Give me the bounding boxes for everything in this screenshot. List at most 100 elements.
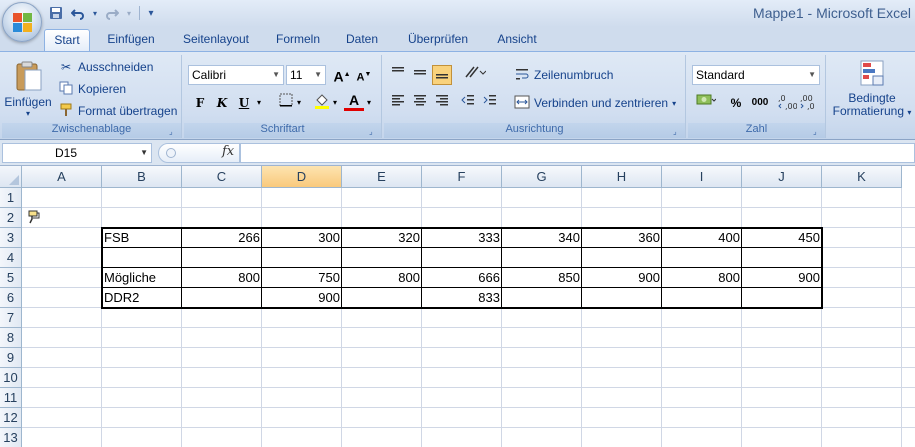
number-format-select[interactable]: Standard ▼ (692, 65, 820, 85)
column-header-c[interactable]: C (182, 166, 262, 188)
group-styles: Bedingte Formatierung ▾ (828, 55, 915, 138)
merge-center-button[interactable]: Verbinden und zentrieren ▾ (514, 93, 676, 113)
column-header-h[interactable]: H (582, 166, 662, 188)
column-header-b[interactable]: B (102, 166, 182, 188)
column-header-k[interactable]: K (822, 166, 902, 188)
align-left-button[interactable] (388, 93, 408, 113)
insert-function-button[interactable]: fx (222, 144, 234, 159)
paste-button[interactable]: Einfügen ▾ (4, 58, 52, 122)
row-header-8[interactable]: 8 (0, 328, 22, 348)
decrease-indent-button[interactable] (458, 93, 478, 113)
row-header-11[interactable]: 11 (0, 388, 22, 408)
tab-start[interactable]: Start (44, 29, 90, 51)
office-button[interactable] (2, 2, 42, 42)
align-center-icon (414, 95, 426, 106)
office-logo-icon (13, 13, 33, 33)
cut-button[interactable]: ✂ Ausschneiden (58, 57, 153, 77)
borders-dropdown-icon[interactable]: ▾ (294, 93, 304, 113)
underline-dropdown-icon[interactable]: ▾ (254, 93, 264, 113)
save-icon[interactable] (46, 4, 66, 22)
row-header-5[interactable]: 5 (0, 268, 22, 288)
undo-icon[interactable] (68, 4, 88, 22)
align-center-button[interactable] (410, 93, 430, 113)
table-border (101, 287, 821, 288)
formula-bar: D15 ▼ fx (0, 140, 915, 166)
font-color-button[interactable]: A (344, 91, 364, 111)
row-header-2[interactable]: 2 (0, 208, 22, 228)
fill-color-dropdown-icon[interactable]: ▾ (330, 93, 340, 113)
name-box[interactable]: D15 ▼ (2, 143, 152, 163)
italic-button[interactable]: K (212, 93, 232, 113)
tab-formeln[interactable]: Formeln (270, 29, 326, 51)
wrap-text-button[interactable]: Zeilenumbruch (514, 65, 613, 85)
group-font: Calibri ▼ 11 ▼ A▲ A▼ F K U ▾ ▾ ▾ A ▾ Sch… (184, 55, 382, 138)
align-bottom-button[interactable] (432, 65, 452, 85)
font-color-dropdown-icon[interactable]: ▾ (364, 93, 374, 113)
dialog-launcher-icon[interactable]: ⌟ (169, 127, 178, 136)
chevron-down-icon: ▼ (314, 70, 322, 79)
number-group-label: Zahl (688, 123, 825, 138)
redo-dropdown-icon[interactable]: ▾ (124, 4, 134, 22)
column-header-g[interactable]: G (502, 166, 582, 188)
currency-button[interactable] (694, 93, 718, 113)
bold-button[interactable]: F (190, 93, 210, 113)
row-header-7[interactable]: 7 (0, 308, 22, 328)
fill-color-button[interactable] (312, 93, 332, 113)
row-header-6[interactable]: 6 (0, 288, 22, 308)
customize-icon[interactable]: ▾ (145, 4, 157, 22)
dialog-launcher-icon[interactable]: ⌟ (813, 127, 822, 136)
tab-einfuegen[interactable]: Einfügen (100, 29, 162, 51)
tab-ueberpruefen[interactable]: Überprüfen (398, 29, 478, 51)
tab-seitenlayout[interactable]: Seitenlayout (176, 29, 256, 51)
merge-center-icon (514, 95, 530, 111)
tab-ansicht[interactable]: Ansicht (490, 29, 544, 51)
column-header-a[interactable]: A (22, 166, 102, 188)
paste-dropdown-icon: ▾ (25, 109, 30, 118)
chevron-down-icon: ▼ (140, 148, 148, 157)
increase-indent-button[interactable] (480, 93, 500, 113)
orientation-button[interactable] (460, 65, 490, 85)
number-format-value: Standard (696, 68, 745, 82)
grid-line (22, 327, 915, 328)
underline-button[interactable]: U (234, 93, 254, 113)
row-header-3[interactable]: 3 (0, 228, 22, 248)
increase-decimal-button[interactable]: ,0,00 (776, 93, 798, 113)
grow-font-button[interactable]: A▲ (332, 65, 352, 85)
column-header-j[interactable]: J (742, 166, 822, 188)
redo-icon[interactable] (102, 4, 122, 22)
copy-button[interactable]: Kopieren (58, 79, 126, 99)
shrink-font-button[interactable]: A▼ (354, 65, 374, 85)
align-middle-button[interactable] (410, 65, 430, 85)
row-header-4[interactable]: 4 (0, 248, 22, 268)
format-painter-button[interactable]: Format übertragen (58, 101, 177, 121)
tab-daten[interactable]: Daten (340, 29, 384, 51)
column-header-f[interactable]: F (422, 166, 502, 188)
thousands-button[interactable]: 000 (748, 93, 772, 113)
table-border (101, 227, 823, 309)
row-header-9[interactable]: 9 (0, 348, 22, 368)
formula-input[interactable] (240, 143, 915, 163)
borders-button[interactable] (276, 93, 296, 113)
wrap-text-label: Zeilenumbruch (534, 68, 614, 82)
column-header-d[interactable]: D (262, 166, 342, 188)
select-all-button[interactable] (0, 166, 22, 188)
align-top-button[interactable] (388, 65, 408, 85)
dialog-launcher-icon[interactable]: ⌟ (369, 127, 378, 136)
font-name-select[interactable]: Calibri ▼ (188, 65, 284, 85)
orientation-icon (465, 66, 487, 78)
row-header-10[interactable]: 10 (0, 368, 22, 388)
worksheet-grid[interactable]: A B C D E F G H I J K 1 2 3 4 5 6 7 8 9 10 11 12 13 FSB 266 300 320… (0, 166, 915, 447)
decrease-decimal-button[interactable]: ,00,0 (798, 93, 820, 113)
font-size-select[interactable]: 11 ▼ (286, 65, 326, 85)
align-right-button[interactable] (432, 93, 452, 113)
percent-button[interactable]: % (726, 93, 746, 113)
column-header-i[interactable]: I (662, 166, 742, 188)
column-header-e[interactable]: E (342, 166, 422, 188)
conditional-formatting-button[interactable]: Bedingte Formatierung ▾ (830, 59, 914, 119)
row-header-12[interactable]: 12 (0, 408, 22, 428)
row-header-13[interactable]: 13 (0, 428, 22, 447)
svg-text:,0: ,0 (807, 102, 815, 111)
undo-dropdown-icon[interactable]: ▾ (90, 4, 100, 22)
dialog-launcher-icon[interactable]: ⌟ (673, 127, 682, 136)
row-header-1[interactable]: 1 (0, 188, 22, 208)
